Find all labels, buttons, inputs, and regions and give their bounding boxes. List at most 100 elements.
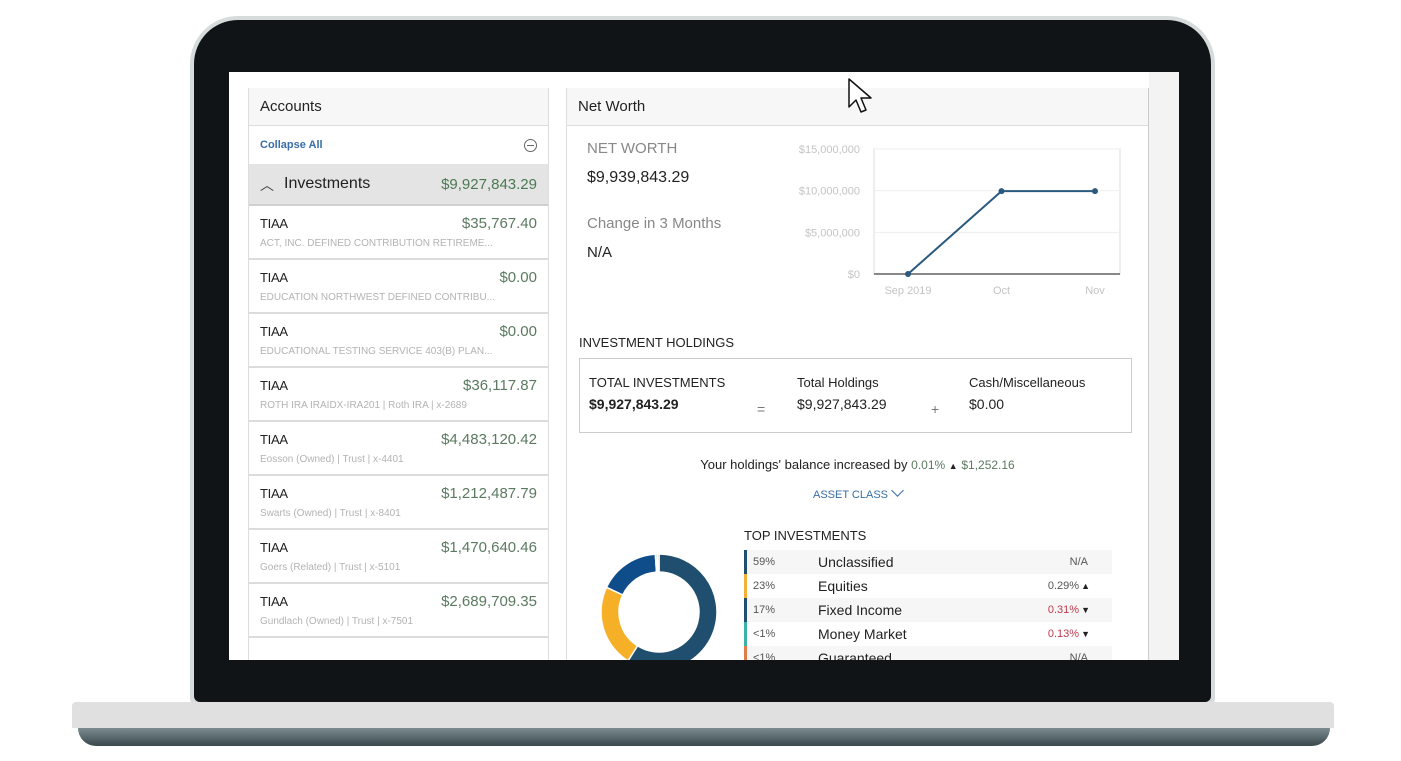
account-item[interactable]: TIAA $2,689,709.35 Gundlach (Owned) | Tru… — [249, 584, 548, 638]
account-name: TIAA — [260, 594, 288, 609]
screen-scroll-gutter — [1149, 72, 1179, 660]
row-pct: <1% — [753, 628, 776, 640]
equals-sign: = — [757, 401, 766, 417]
account-description: ACT, INC. DEFINED CONTRIBUTION RETIREME.… — [260, 238, 493, 249]
x-tick-label: Nov — [1085, 285, 1105, 297]
donut-slice-fixed-income[interactable] — [605, 553, 658, 596]
account-amount: $2,689,709.35 — [441, 593, 537, 610]
account-item[interactable]: TIAA $0.00 EDUCATIONAL TESTING SERVICE 40… — [249, 314, 548, 368]
investment-holdings-summary: TOTAL INVESTMENTS $9,927,843.29 = Total … — [579, 358, 1132, 433]
total-holdings: Total Holdings $9,927,843.29 — [797, 375, 887, 412]
row-pct: 23% — [753, 580, 776, 592]
networth-line-chart: $0 $5,000,000 $10,000,000 $15,000,000 Sep 20… — [799, 144, 1121, 297]
top-investment-row[interactable]: <1% Guaranteed N/A — [744, 646, 1112, 660]
data-point — [998, 188, 1005, 195]
change-label: Change in 3 Months — [587, 215, 722, 232]
balance-change-line: Your holdings' balance increased by 0.01… — [567, 457, 1148, 472]
minus-circle-icon[interactable] — [524, 138, 537, 152]
account-item[interactable]: TIAA $1,470,640.46 Goers (Related) | Trus… — [249, 530, 548, 584]
row-pct: 59% — [753, 556, 776, 568]
cash-misc: Cash/Miscellaneous $0.00 — [969, 375, 1085, 412]
laptop-base-shadow — [78, 728, 1330, 746]
account-item[interactable]: TIAA $0.00 EDUCATION NORTHWEST DEFINED CO… — [249, 260, 548, 314]
row-name: Unclassified — [818, 554, 894, 570]
total-holdings-value: $9,927,843.29 — [797, 396, 887, 412]
balance-amount: $1,252.16 — [961, 458, 1015, 472]
account-amount: $36,117.87 — [463, 377, 537, 394]
cash-misc-value: $0.00 — [969, 396, 1005, 412]
change-arrow-icon: ▼ — [1081, 629, 1090, 639]
top-investment-row[interactable]: 59% Unclassified N/A — [744, 550, 1112, 574]
account-description: Eosson (Owned) | Trust | x-4401 — [260, 454, 404, 465]
collapse-all-link[interactable]: Collapse All — [260, 139, 323, 151]
row-change: N/A — [1069, 652, 1088, 660]
account-item[interactable]: TIAA $36,117.87 ROTH IRA IRAIDX-IRA201 | … — [249, 368, 548, 422]
account-description: Gundlach (Owned) | Trust | x-7501 — [260, 616, 414, 627]
networth-value: $9,939,843.29 — [587, 169, 690, 186]
investments-group-header[interactable]: ︿ Investments $9,927,843.29 — [249, 164, 548, 206]
networth-label: NET WORTH — [587, 140, 678, 157]
y-tick-label: $0 — [848, 269, 860, 281]
total-holdings-label: Total Holdings — [797, 375, 879, 390]
mouse-cursor-icon — [848, 78, 872, 113]
balance-text: Your holdings' balance increased by — [700, 457, 908, 472]
top-investment-row[interactable]: 23% Equities 0.29% ▲ — [744, 574, 1112, 598]
y-tick-label: $15,000,000 — [799, 144, 860, 156]
group-amount: $9,927,843.29 — [441, 175, 537, 193]
screen: Accounts Collapse All ︿ Investments $9,9… — [229, 72, 1179, 660]
accounts-panel: Accounts Collapse All ︿ Investments $9,9… — [248, 88, 549, 660]
collapse-row: Collapse All — [249, 126, 548, 164]
donut-slice-guaranteed[interactable] — [656, 553, 660, 573]
plot-area — [873, 148, 1121, 275]
y-tick-label: $5,000,000 — [805, 227, 860, 239]
donut-slice-equities[interactable] — [600, 586, 639, 660]
top-investments-list: 59% Unclassified N/A 23% Equities 0.29% ▲… — [744, 550, 1112, 660]
asset-donut-chart — [600, 553, 718, 660]
data-point — [1092, 188, 1098, 195]
x-tick-label: Sep 2019 — [884, 285, 931, 297]
account-name: TIAA — [260, 432, 288, 447]
account-description: Goers (Related) | Trust | x-5101 — [260, 562, 401, 573]
account-name: TIAA — [260, 216, 288, 231]
networth-title: Net Worth — [578, 98, 646, 115]
row-change: N/A — [1069, 556, 1088, 568]
account-amount: $1,470,640.46 — [441, 539, 537, 556]
account-amount: $0.00 — [499, 269, 537, 286]
asset-class-dropdown[interactable]: ASSET CLASS — [567, 484, 1148, 501]
row-change: 0.29% ▲ — [1047, 580, 1090, 592]
chevron-up-icon[interactable]: ︿ — [260, 175, 274, 195]
account-name: TIAA — [260, 540, 288, 555]
account-item[interactable]: TIAA $4,483,120.42 Eosson (Owned) | Trust… — [249, 422, 548, 476]
account-amount: $35,767.40 — [461, 215, 537, 232]
row-change: 0.31% ▼ — [1047, 604, 1090, 616]
top-investment-row[interactable]: 17% Fixed Income 0.31% ▼ — [744, 598, 1112, 622]
row-pct: 17% — [753, 604, 776, 616]
row-name: Fixed Income — [818, 602, 903, 618]
cash-misc-label: Cash/Miscellaneous — [969, 375, 1086, 390]
chevron-down-icon — [891, 484, 904, 497]
account-description: EDUCATION NORTHWEST DEFINED CONTRIBU... — [260, 292, 496, 303]
row-change: 0.13% ▼ — [1047, 628, 1090, 640]
change-arrow-icon: ▼ — [1081, 605, 1090, 615]
total-investments-value: $9,927,843.29 — [589, 396, 679, 412]
accounts-header: Accounts — [249, 88, 548, 126]
account-item[interactable]: TIAA $1,212,487.79 Swarts (Owned) | Trust… — [249, 476, 548, 530]
account-name: TIAA — [260, 324, 288, 339]
account-amount: $0.00 — [499, 323, 537, 340]
account-description: Swarts (Owned) | Trust | x-8401 — [260, 508, 401, 519]
accounts-title: Accounts — [260, 98, 322, 115]
account-name: TIAA — [260, 378, 288, 393]
account-name: TIAA — [260, 270, 288, 285]
row-name: Equities — [818, 578, 868, 594]
change-value: N/A — [587, 244, 613, 261]
row-name: Guaranteed — [818, 650, 892, 660]
top-investments-title: TOP INVESTMENTS — [744, 528, 867, 543]
account-description: EDUCATIONAL TESTING SERVICE 403(B) PLAN.… — [260, 346, 493, 357]
group-label: Investments — [284, 175, 371, 192]
top-investment-row[interactable]: <1% Money Market 0.13% ▼ — [744, 622, 1112, 646]
account-item[interactable]: TIAA $35,767.40 ACT, INC. DEFINED CONTRIB… — [249, 206, 548, 260]
y-tick-label: $10,000,000 — [799, 186, 860, 198]
account-list: TIAA $35,767.40 ACT, INC. DEFINED CONTRIB… — [249, 206, 548, 638]
laptop-base — [72, 702, 1334, 728]
row-pct: <1% — [753, 652, 776, 660]
